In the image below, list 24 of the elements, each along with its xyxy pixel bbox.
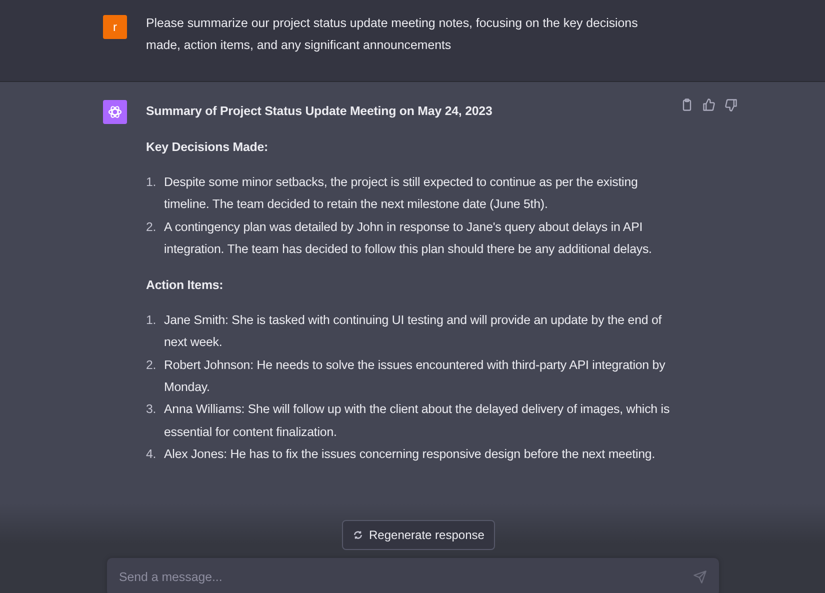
- list-number: 1.: [146, 312, 158, 329]
- thumbs-down-icon[interactable]: [724, 98, 738, 112]
- list-item-text: Despite some minor setbacks, the project is still expected to continue as per the existing timeline. The team decided to retain the next milestone date (June 5th).: [164, 174, 639, 214]
- message-text: Please summarize our project status update meeting notes, focusing on the key decisions made, action items, and any significant announcements: [146, 15, 639, 54]
- list-item-text: Robert Johnson: He needs to solve the issues encountered with third-party API integration by Monday.: [164, 356, 666, 396]
- summary-title: Summary of Project Status Update Meeting on May 24, 2023: [146, 103, 494, 120]
- list-number: 2.: [146, 356, 158, 374]
- list-number: 4.: [146, 446, 158, 464]
- thumbs-up-icon[interactable]: [702, 98, 716, 112]
- message-input[interactable]: Send a message...: [107, 558, 719, 593]
- list-item-text: Anna Williams: She will follow up with the client about the delayed delivery of images, which is essential for content finalization.: [164, 401, 671, 441]
- list-number: 1.: [146, 174, 158, 191]
- list-number: 3.: [146, 401, 158, 418]
- assistant-avatar: [103, 100, 127, 124]
- section-heading: Key Decisions Made:: [146, 139, 270, 156]
- list-item-text: Jane Smith: She is tasked with continuing UI testing and will provide an update by the end of next week.: [164, 312, 663, 352]
- section-heading: Action Items:: [146, 277, 224, 294]
- user-avatar: r: [103, 15, 127, 39]
- copy-icon[interactable]: [680, 98, 694, 112]
- regenerate-button[interactable]: Regenerate response: [342, 520, 496, 550]
- refresh-icon: [353, 530, 363, 540]
- list-item-text: Alex Jones: He has to fix the issues concerning responsive design before the next meeting.: [164, 446, 656, 464]
- list-number: 2.: [146, 218, 158, 236]
- list-item-text: A contingency plan was detailed by John in response to Jane's query about delays in API integration. The team has decided to follow this plan should there be any additional delays.: [164, 218, 653, 258]
